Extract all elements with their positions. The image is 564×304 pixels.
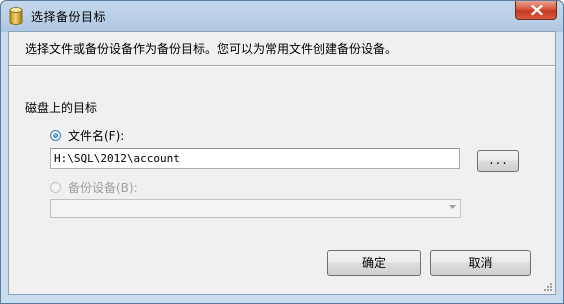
title-bar[interactable]: 选择备份目标	[1, 1, 563, 31]
section-title: 磁盘上的目标	[25, 101, 98, 115]
backup-device-select[interactable]	[50, 199, 461, 218]
database-cylinder-icon	[9, 7, 23, 25]
resize-grip-icon[interactable]	[542, 281, 552, 291]
file-name-label: 文件名(F):	[68, 129, 125, 143]
chevron-down-icon	[449, 205, 456, 209]
close-button[interactable]	[515, 1, 557, 20]
browse-button[interactable]: ...	[477, 150, 519, 172]
backup-device-radio[interactable]	[50, 182, 61, 193]
dialog-window: 选择备份目标 选择文件或备份设备作为备份目标。您可以为常用文件创建备份设备。 磁…	[0, 0, 564, 304]
instruction-text: 选择文件或备份设备作为备份目标。您可以为常用文件创建备份设备。	[25, 42, 398, 56]
backup-device-option[interactable]: 备份设备(B):	[50, 179, 138, 196]
separator	[9, 65, 555, 67]
file-name-radio[interactable]	[50, 130, 61, 141]
file-path-input[interactable]	[50, 148, 460, 169]
window-title: 选择备份目标	[31, 10, 107, 24]
file-name-option[interactable]: 文件名(F):	[50, 127, 124, 144]
backup-device-label: 备份设备(B):	[68, 181, 138, 195]
close-icon	[531, 5, 543, 15]
cancel-button[interactable]: 取消	[430, 250, 531, 276]
dialog-client-area: 选择文件或备份设备作为备份目标。您可以为常用文件创建备份设备。 磁盘上的目标 文…	[8, 31, 556, 295]
ok-button[interactable]: 确定	[327, 250, 421, 276]
